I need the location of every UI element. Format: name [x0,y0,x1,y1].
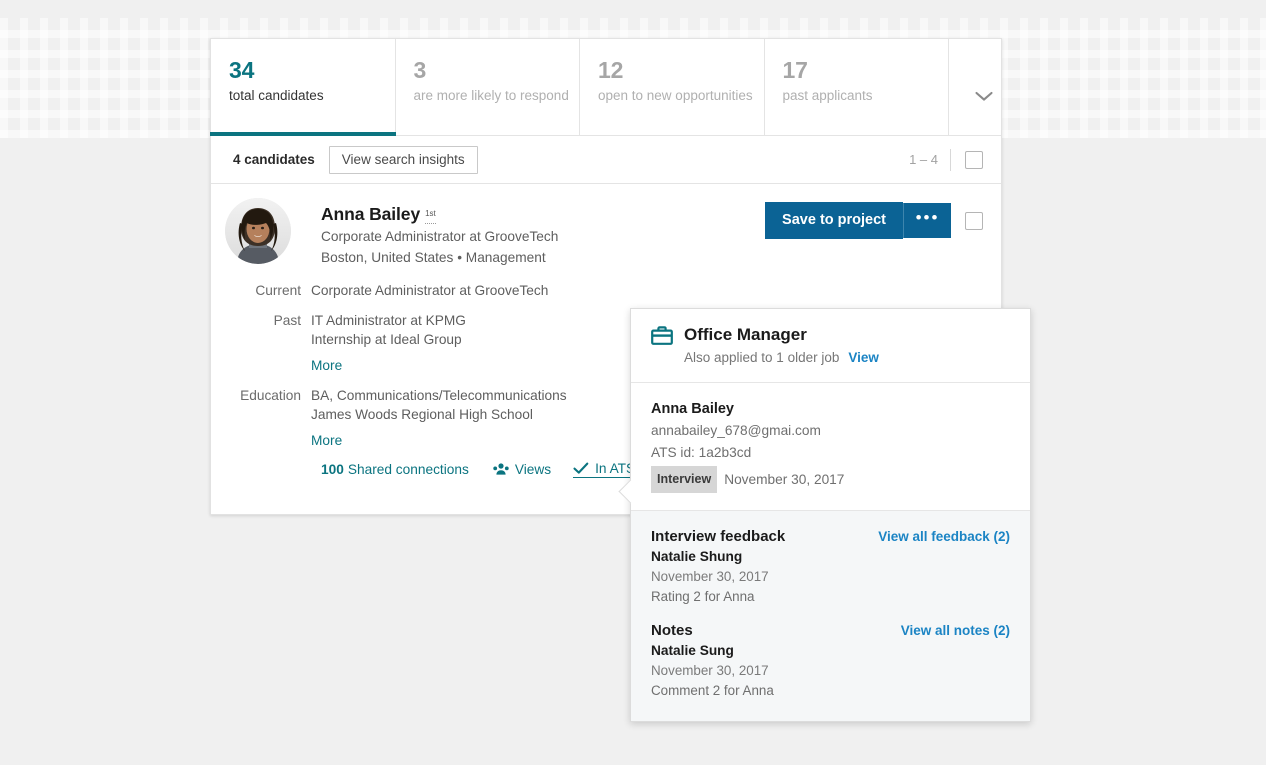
popup-candidate-email[interactable]: annabailey_678@gmai.com [651,420,1010,442]
facet-number: 17 [782,57,808,83]
select-all-checkbox[interactable] [965,150,983,169]
feedback-author: Natalie Shung [651,549,743,564]
popup-stage-line: Interview November 30, 2017 [651,466,1010,493]
facet-label: total candidates [229,88,324,103]
popup-job-line: Office Manager [651,325,1010,345]
view-all-notes-link[interactable]: View all notes (2) [901,623,1010,638]
detail-line: BA, Communications/Telecommunications [311,388,567,403]
connection-degree-badge[interactable]: 1st [425,208,436,224]
detail-line: IT Administrator at KPMG [311,313,466,328]
notes-body: Comment 2 for Anna [651,683,774,698]
candidate-location-line: Boston, United States • Management [321,250,546,265]
candidate-select-checkbox[interactable] [965,211,983,230]
feedback-title: Interview feedback [651,528,786,545]
views-link[interactable]: Views [493,462,551,477]
detail-row-current: Current Corporate Administrator at Groov… [233,281,983,300]
chevron-down-icon [975,91,993,101]
notes-title: Notes [651,622,693,639]
detail-value: IT Administrator at KPMG Internship at I… [311,311,466,375]
in-ats-indicator[interactable]: In ATS [573,461,636,478]
popup-view-link[interactable]: View [848,350,879,365]
views-label: Views [514,462,552,477]
facet-number: 34 [229,57,255,83]
feedback-body: Rating 2 for Anna [651,589,755,604]
facet-label: open to new opportunities [598,88,753,103]
briefcase-icon [651,325,673,345]
view-search-insights-button[interactable]: View search insights [328,145,478,174]
facet-label: are more likely to respond [413,88,569,103]
detail-key: Education [240,388,301,403]
shared-connections-count: 100 [321,462,344,477]
facet-label: past applicants [782,88,873,103]
detail-value: Corporate Administrator at GrooveTech [311,281,548,300]
detail-line: James Woods Regional High School [311,407,533,422]
popup-job-header: Office Manager Also applied to 1 older j… [631,309,1030,383]
feedback-header: Interview feedback View all feedback (2) [651,528,1010,545]
facet-tab-open-to-opportunities[interactable]: 12 open to new opportunities [580,39,765,135]
interview-feedback-block: Interview feedback View all feedback (2)… [651,528,1010,607]
popup-activity-section: Interview feedback View all feedback (2)… [631,511,1030,721]
notes-block: Notes View all notes (2) Natalie Sung No… [651,622,1010,701]
pagination-range: 1 – 4 [909,148,951,171]
detail-line: Corporate Administrator at GrooveTech [311,283,549,298]
popup-ats-id: ATS id: 1a2b3cd [651,445,752,460]
results-count-bar: 4 candidates View search insights 1 – 4 [211,136,1001,184]
facet-number: 12 [598,57,624,83]
ats-details-popup: Office Manager Also applied to 1 older j… [630,308,1031,722]
popup-job-title[interactable]: Office Manager [684,325,807,345]
checkmark-icon [573,462,589,474]
detail-key: Current [255,283,301,298]
facet-expand-button[interactable] [949,39,1001,135]
facet-tab-likely-respond[interactable]: 3 are more likely to respond [396,39,580,135]
detail-key: Past [273,313,301,328]
past-more-link[interactable]: More [311,356,342,375]
save-to-project-button[interactable]: Save to project [765,202,903,239]
stage-badge: Interview [651,466,718,493]
group-views-icon [493,463,509,475]
notes-author: Natalie Sung [651,643,734,658]
candidate-action-cluster: Save to project ••• [765,202,983,239]
stage-date: November 30, 2017 [724,471,845,487]
popup-older-job-line: Also applied to 1 older job View [684,350,1010,365]
facet-tab-past-applicants[interactable]: 17 past applicants [765,39,949,135]
results-count-label: 4 candidates [233,152,315,167]
more-actions-button[interactable]: ••• [903,203,951,238]
detail-value: BA, Communications/Telecommunications Ja… [311,386,567,450]
facet-tab-total-candidates[interactable]: 34 total candidates [210,39,396,136]
degree-text: 1st [425,208,436,218]
avatar-photo [225,198,291,264]
feedback-date: November 30, 2017 [651,569,769,584]
shared-connections-link[interactable]: Shared connections [348,462,469,477]
candidate-name-link[interactable]: Anna Bailey [321,204,420,225]
view-all-feedback-link[interactable]: View all feedback (2) [878,529,1010,544]
popup-candidate-identity: Anna Bailey annabailey_678@gmai.com ATS … [631,383,1030,511]
notes-date: November 30, 2017 [651,663,769,678]
popup-candidate-name: Anna Bailey [651,401,734,417]
education-more-link[interactable]: More [311,431,342,450]
facet-tab-bar: 34 total candidates 3 are more likely to… [210,39,1001,136]
candidate-avatar[interactable] [225,198,291,264]
popup-subline-text: Also applied to 1 older job [684,350,840,365]
facet-number: 3 [413,57,427,83]
detail-line: Internship at Ideal Group [311,332,462,347]
notes-header: Notes View all notes (2) [651,622,1010,639]
